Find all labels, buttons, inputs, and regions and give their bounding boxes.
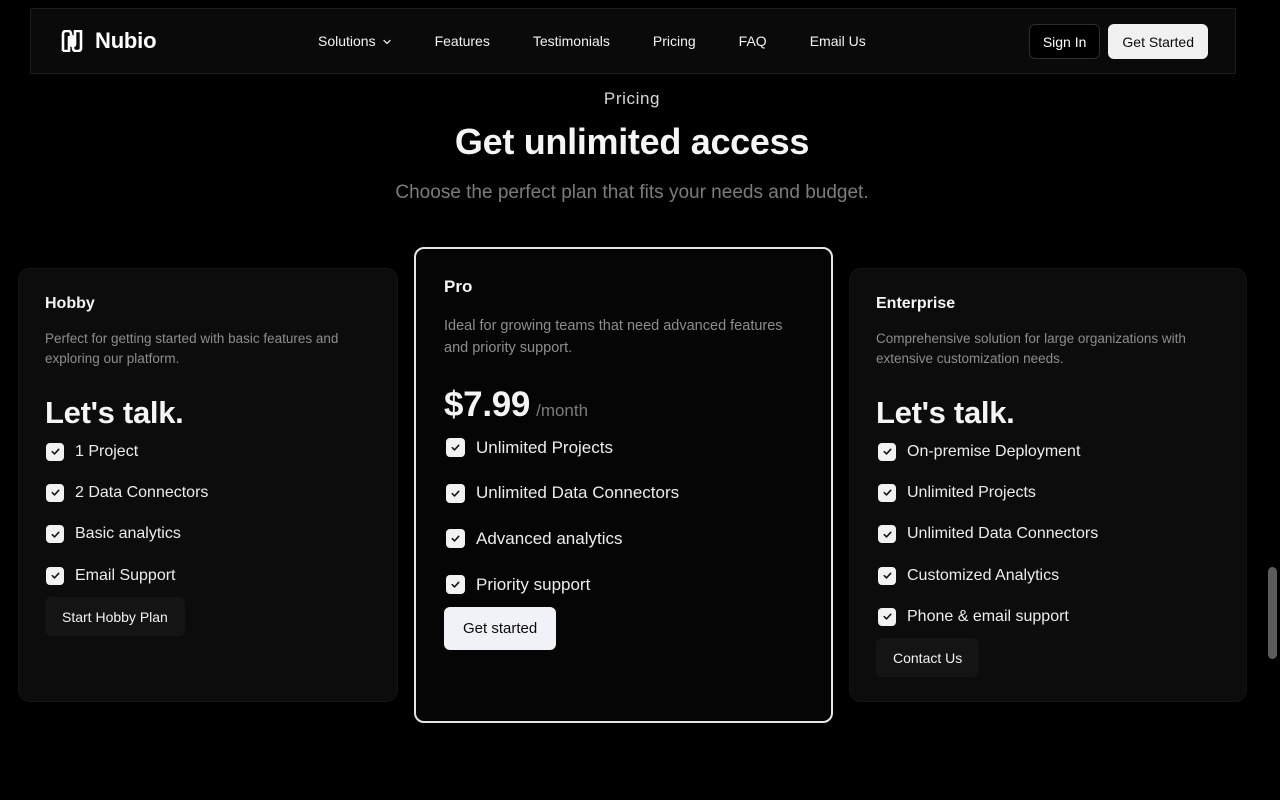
check-icon [446, 483, 465, 503]
nav-link-features[interactable]: Features [435, 33, 490, 49]
feature-text: Email Support [75, 566, 176, 584]
check-icon [446, 438, 465, 458]
plan-card-hobby: Hobby Perfect for getting started with b… [18, 268, 398, 702]
check-icon [46, 525, 64, 544]
feature-text: Unlimited Data Connectors [476, 483, 680, 503]
plan-price-row: $7.99 /month [444, 385, 588, 425]
check-icon [878, 566, 896, 585]
check-icon [46, 442, 64, 461]
feature-text: Basic analytics [75, 525, 181, 543]
check-icon [446, 529, 465, 549]
nav-link-label: Solutions [318, 33, 376, 49]
contact-us-button[interactable]: Contact Us [876, 638, 980, 677]
nav-link-faq[interactable]: FAQ [739, 33, 767, 49]
pricing-page: Nubio Solutions Features Testimonials Pr… [0, 0, 1280, 800]
nav-link-label: Pricing [652, 33, 696, 49]
plan-price: Let's talk. [45, 395, 184, 430]
feature-text: Unlimited Projects [907, 483, 1036, 501]
plan-card-enterprise: Enterprise Comprehensive solution for la… [849, 268, 1247, 702]
check-icon [878, 607, 896, 626]
feature-text: Customized Analytics [907, 566, 1060, 584]
feature-item: 2 Data Connectors [46, 472, 208, 513]
feature-text: 1 Project [75, 442, 139, 460]
feature-text: Unlimited Projects [476, 437, 613, 457]
plan-name: Pro [444, 277, 473, 296]
feature-item: Unlimited Projects [878, 472, 1098, 513]
plan-name: Enterprise [876, 295, 956, 312]
feature-item: Customized Analytics [878, 555, 1098, 596]
feature-item: Unlimited Data Connectors [878, 514, 1098, 555]
scrollbar-thumb[interactable] [1268, 567, 1277, 659]
plan-description: Perfect for getting started with basic f… [45, 331, 339, 366]
feature-text: Priority support [476, 574, 591, 594]
plan-description: Comprehensive solution for large organiz… [876, 331, 1186, 366]
feature-text: Advanced analytics [476, 528, 623, 548]
plan-price: Let's talk. [876, 395, 1015, 430]
nav-link-solutions[interactable]: Solutions [318, 33, 392, 49]
feature-item: Email Support [46, 555, 208, 596]
feature-text: 2 Data Connectors [75, 483, 209, 501]
check-icon [878, 525, 896, 544]
page-subtitle: Choose the perfect plan that fits your n… [395, 182, 869, 203]
feature-item: On-premise Deployment [878, 431, 1098, 472]
check-icon [878, 442, 896, 461]
navbar: Nubio Solutions Features Testimonials Pr… [30, 8, 1236, 74]
check-icon [446, 575, 465, 595]
nav-link-pricing[interactable]: Pricing [653, 33, 696, 49]
feature-item: 1 Project [46, 431, 208, 472]
nav-link-testimonials[interactable]: Testimonials [533, 33, 610, 49]
check-icon [46, 483, 64, 502]
feature-item: Priority support [446, 562, 679, 608]
feature-text: Unlimited Data Connectors [907, 525, 1099, 543]
nav-link-label: Email Us [809, 33, 866, 49]
feature-text: Phone & email support [907, 607, 1069, 625]
chevron-down-icon [382, 39, 391, 44]
nav-link-label: Features [434, 33, 490, 49]
nav-link-label: Testimonials [532, 33, 610, 49]
get-started-button[interactable]: Get Started [1108, 24, 1208, 59]
nav-actions: Sign In Get Started [1028, 24, 1208, 59]
feature-item: Unlimited Projects [446, 425, 679, 471]
scrollbar-track[interactable] [1264, 0, 1280, 800]
nav-links: Solutions Features Testimonials Pricing … [318, 9, 866, 73]
feature-list: On-premise Deployment Unlimited Projects… [878, 431, 1098, 637]
feature-item: Phone & email support [878, 596, 1098, 637]
feature-text: On-premise Deployment [907, 442, 1081, 460]
page-title: Get unlimited access [454, 121, 810, 162]
nav-link-label: FAQ [738, 33, 767, 49]
pro-get-started-button[interactable]: Get started [444, 607, 557, 650]
plan-name: Hobby [45, 295, 95, 312]
plan-price: $7.99 [444, 385, 531, 424]
nubio-logo-icon [61, 30, 83, 52]
nav-link-email-us[interactable]: Email Us [810, 33, 866, 49]
plan-description: Ideal for growing teams that need advanc… [444, 318, 783, 356]
feature-list: Unlimited Projects Unlimited Data Connec… [446, 425, 679, 607]
section-eyebrow: Pricing [603, 89, 661, 108]
check-icon [878, 483, 896, 502]
brand[interactable]: Nubio [61, 9, 157, 73]
feature-list: 1 Project 2 Data Connectors Basic analyt… [46, 431, 208, 596]
feature-item: Unlimited Data Connectors [446, 471, 679, 517]
start-hobby-plan-button[interactable]: Start Hobby Plan [45, 597, 185, 636]
plan-period: /month [536, 401, 589, 420]
feature-item: Advanced analytics [446, 516, 679, 562]
check-icon [46, 566, 64, 585]
feature-item: Basic analytics [46, 514, 208, 555]
sign-in-button[interactable]: Sign In [1028, 24, 1101, 59]
plan-card-pro: Pro Ideal for growing teams that need ad… [414, 247, 833, 723]
brand-name: Nubio [95, 28, 157, 53]
